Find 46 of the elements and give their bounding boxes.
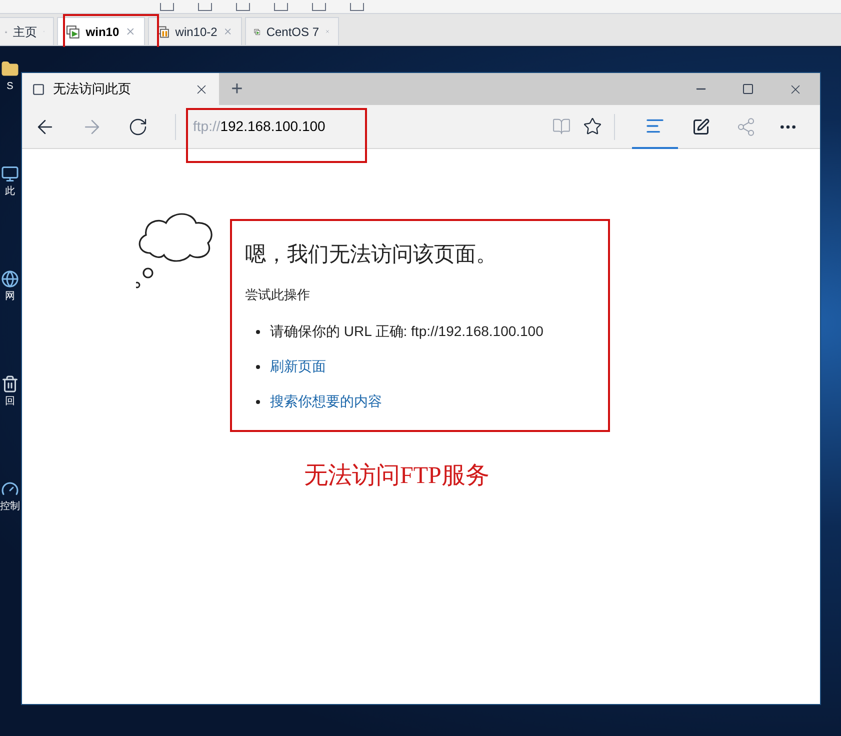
- annotation-caption: 无法访问FTP服务: [304, 462, 490, 491]
- error-heading: 嗯，我们无法访问该页面。: [245, 242, 498, 268]
- desktop-icon-label: 此: [5, 187, 15, 197]
- desktop-icon-label: 控制: [0, 502, 20, 512]
- folder-icon: [1, 60, 19, 78]
- running-vm-icon: [66, 24, 80, 38]
- vm-tab[interactable]: win10: [57, 17, 145, 45]
- tab-label: 主页: [13, 24, 38, 40]
- paused-vm-icon: [157, 24, 170, 38]
- toolbar-icon[interactable]: [274, 2, 288, 10]
- suggestion-link[interactable]: 搜索你想要的内容: [270, 391, 382, 412]
- tab-label: CentOS 7: [266, 24, 320, 40]
- browser-tab[interactable]: 无法访问此页: [22, 73, 219, 105]
- vm-tab[interactable]: CentOS 7: [245, 17, 339, 45]
- bullet-icon: [256, 330, 260, 334]
- address-field[interactable]: ftp://192.168.100.100: [193, 116, 326, 137]
- bullet-icon: [256, 400, 260, 404]
- control-panel-icon: [1, 480, 19, 498]
- computer-icon: [1, 165, 19, 183]
- note-icon[interactable]: [692, 118, 710, 136]
- error-subheading: 尝试此操作: [245, 286, 311, 304]
- desktop-icon-label: 回: [5, 397, 15, 407]
- refresh-icon[interactable]: [128, 116, 148, 136]
- suggestion-text: 请确保你的 URL 正确: ftp://192.168.100.100: [270, 322, 544, 341]
- tab-label: win10-2: [175, 24, 218, 40]
- tab-title: 无法访问此页: [53, 80, 132, 98]
- maximize-icon[interactable]: [742, 83, 754, 95]
- recycle-bin-icon: [1, 375, 19, 393]
- toolbar-icon[interactable]: [198, 2, 212, 10]
- bullet-icon: [256, 364, 260, 368]
- favorite-star-icon[interactable]: [583, 117, 602, 136]
- network-icon: [1, 270, 19, 288]
- tab-label: win10: [86, 24, 120, 40]
- page-icon: [32, 82, 45, 96]
- share-icon[interactable]: [736, 116, 756, 136]
- suggestion-link[interactable]: 刷新页面: [270, 356, 326, 377]
- toolbar-icon[interactable]: [312, 2, 326, 10]
- vm-tab[interactable]: 主页: [0, 17, 54, 45]
- reading-view-icon[interactable]: [552, 117, 571, 136]
- toolbar-icon[interactable]: [236, 2, 250, 10]
- desktop-icon-label: S: [6, 82, 14, 92]
- desktop-icon-label: 网: [5, 292, 15, 302]
- new-tab-button[interactable]: +: [219, 73, 255, 105]
- toolbar-icon[interactable]: [350, 2, 364, 10]
- toolbar-icon[interactable]: [160, 2, 174, 10]
- vm-tab[interactable]: win10-2: [148, 17, 242, 45]
